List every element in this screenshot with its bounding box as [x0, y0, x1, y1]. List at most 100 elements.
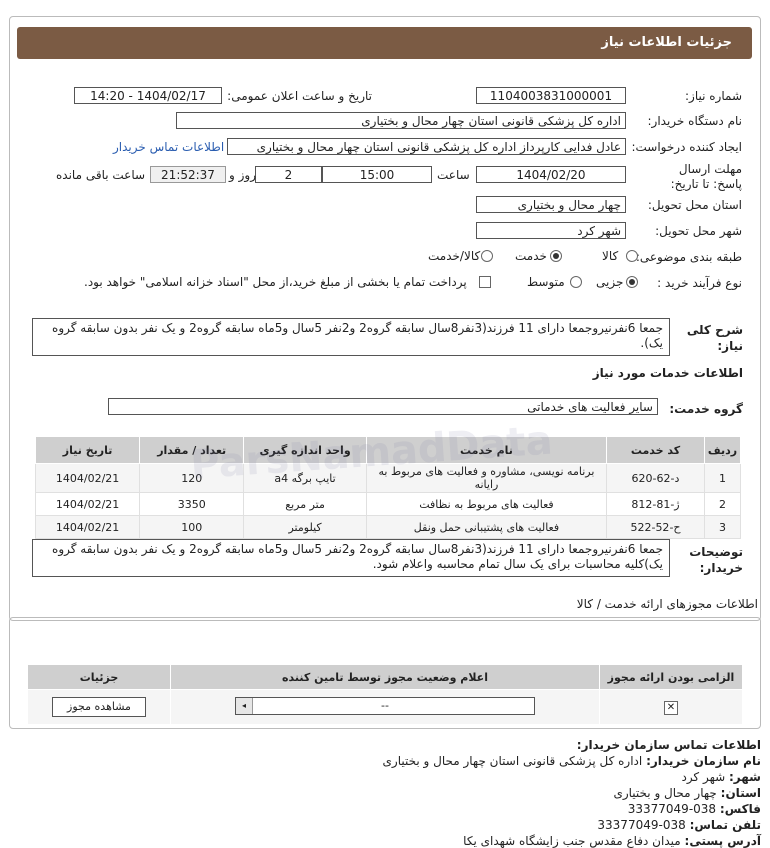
contact-city-label: شهر: — [729, 770, 761, 784]
col-code: کد خدمت — [606, 436, 705, 464]
service-group-label: گروه خدمت: — [669, 402, 743, 416]
deadline-time-label: ساعت — [437, 168, 470, 182]
contact-phone-label: تلفن تماس: — [689, 818, 761, 832]
cell-quantity: 120 — [139, 463, 245, 493]
days-label: روز و — [229, 168, 256, 182]
col-date: تاریخ نیاز — [34, 436, 141, 464]
treasury-payment-note: پرداخت تمام یا بخشی از مبلغ خرید،از محل … — [84, 275, 467, 289]
deadline-label: مهلت ارسال پاسخ: تا تاریخ: — [670, 162, 742, 191]
summary-label: شرح کلی نیاز: — [686, 323, 743, 353]
page-header: جزئیات اطلاعات نیاز — [17, 27, 752, 59]
service-group-field: سایر فعالیت های خدماتی — [108, 398, 658, 415]
table-row: ✕ -- ◂ مشاهده مجوز — [27, 689, 743, 725]
cell-row: 2 — [703, 492, 742, 516]
contact-fax: 038-33377049 — [627, 802, 717, 816]
cell-code: ح-52-522 — [606, 515, 705, 539]
cell-unit: تایپ برگه a4 — [243, 463, 367, 493]
contact-phone: 038-33377049 — [597, 818, 686, 832]
services-table: ردیف کد خدمت نام خدمت واحد اندازه گیری ت… — [34, 436, 742, 539]
contact-fax-label: فاکس: — [719, 802, 761, 816]
contact-fax-line: فاکس: 038-33377049 — [628, 802, 761, 816]
cell-code: ژ-81-812 — [606, 492, 705, 516]
cell-code: د-62-620 — [606, 463, 705, 493]
permits-table: الزامی بودن ارائه مجوز اعلام وضعیت مجوز … — [27, 664, 743, 725]
col-quantity: تعداد / مقدار — [139, 436, 245, 464]
category-radio-goods-service[interactable] — [481, 250, 493, 262]
cell-row: 3 — [703, 515, 742, 539]
creator-field: عادل فدایی کارپرداز اداره کل پزشکی قانون… — [227, 138, 626, 155]
contact-org-label: نام سازمان خریدار: — [646, 754, 761, 768]
cell-date: 1404/02/21 — [34, 463, 141, 493]
required-checkbox-icon: ✕ — [664, 700, 678, 715]
need-number-label: شماره نیاز: — [685, 89, 742, 103]
creator-label: ایجاد کننده درخواست: — [631, 140, 742, 154]
dropdown-arrow-icon: ◂ — [236, 698, 253, 714]
cell-unit: متر مربع — [243, 492, 367, 516]
category-option-goods-service: کالا/خدمت — [428, 249, 481, 263]
permits-title: اطلاعات مجوزهای ارائه خدمت / کالا — [576, 597, 758, 611]
need-number-field: 1104003831000001 — [476, 87, 626, 104]
permit-status-value: -- — [381, 699, 389, 712]
contact-province: چهار محال و بختیاری — [613, 786, 717, 800]
contact-province-label: استان: — [720, 786, 761, 800]
buyer-org-label: نام دستگاه خریدار: — [647, 114, 743, 128]
buyer-org-field: اداره کل پزشکی قانونی استان چهار محال و … — [176, 112, 626, 129]
col-unit: واحد اندازه گیری — [243, 436, 367, 464]
view-permit-button[interactable]: مشاهده مجوز — [52, 697, 146, 717]
deadline-date-field: 1404/02/20 — [476, 166, 626, 183]
contact-org-line: نام سازمان خریدار: اداره کل پزشکی قانونی… — [383, 754, 762, 768]
province-label: استان محل تحویل: — [647, 198, 742, 212]
perm-col-required: الزامی بودن ارائه مجوز — [599, 664, 743, 690]
contact-org: اداره کل پزشکی قانونی استان چهار محال و … — [382, 754, 643, 768]
contact-address-label: آدرس پستی: — [684, 834, 761, 848]
services-section-title: اطلاعات خدمات مورد نیاز — [592, 366, 743, 380]
contact-city: شهر کرد — [681, 770, 726, 784]
table-row: 2 ژ-81-812 فعالیت های مربوط به نظافت متر… — [34, 492, 742, 516]
cell-unit: کیلومتر — [243, 515, 367, 539]
process-radio-minor[interactable] — [626, 276, 638, 288]
cell-date: 1404/02/21 — [34, 492, 141, 516]
contact-title: اطلاعات تماس سازمان خریدار: — [576, 738, 761, 752]
process-radio-medium[interactable] — [570, 276, 582, 288]
buyer-notes-label: توضیحات خریدار: — [689, 545, 743, 575]
permit-status-select[interactable]: -- ◂ — [235, 697, 535, 715]
buyer-contact-link[interactable]: اطلاعات تماس خریدار — [113, 140, 224, 154]
col-name: نام خدمت — [365, 436, 608, 464]
cell-quantity: 3350 — [139, 492, 245, 516]
remaining-time-field: 21:52:37 — [150, 166, 226, 183]
perm-details-cell: مشاهده مجوز — [27, 689, 171, 725]
page-title: جزئیات اطلاعات نیاز — [601, 35, 732, 50]
cell-name: فعالیت های مربوط به نظافت — [365, 492, 608, 516]
table-row: 1 د-62-620 برنامه نویسی، مشاوره و فعالیت… — [34, 463, 742, 493]
cell-name: برنامه نویسی، مشاوره و فعالیت های مربوط … — [365, 463, 608, 493]
contact-city-line: شهر: شهر کرد — [681, 770, 761, 784]
category-label: طبقه بندی موضوعی: — [635, 250, 742, 264]
cell-name: فعالیت های پشتیبانی حمل ونقل — [365, 515, 608, 539]
services-table-header: ردیف کد خدمت نام خدمت واحد اندازه گیری ت… — [34, 436, 742, 464]
contact-phone-line: تلفن تماس: 038-33377049 — [597, 818, 761, 832]
cell-date: 1404/02/21 — [34, 515, 141, 539]
category-radio-service[interactable] — [550, 250, 562, 262]
process-label: نوع فرآیند خرید : — [657, 276, 742, 290]
contact-province-line: استان: چهار محال و بختیاری — [613, 786, 761, 800]
city-label: شهر محل تحویل: — [655, 224, 742, 238]
buyer-notes-text: جمعا 6نفرنیروجمعا دارای 11 فرزند(3نفر8سا… — [32, 539, 670, 577]
summary-text: جمعا 6نفرنیروجمعا دارای 11 فرزند(3نفر8سا… — [32, 318, 670, 356]
category-radio-goods[interactable] — [626, 250, 638, 262]
cell-quantity: 100 — [139, 515, 245, 539]
province-field: چهار محال و بختیاری — [476, 196, 626, 213]
col-row: ردیف — [703, 436, 742, 464]
category-option-goods: کالا — [602, 249, 619, 263]
cell-row: 1 — [703, 463, 742, 493]
treasury-payment-checkbox[interactable] — [479, 276, 491, 288]
contact-address-line: آدرس پستی: میدان دفاع مقدس جنب زایشگاه ش… — [463, 834, 761, 848]
table-row: 3 ح-52-522 فعالیت های پشتیبانی حمل ونقل … — [34, 515, 742, 539]
perm-col-details: جزئیات — [27, 664, 171, 690]
perm-col-status: اعلام وضعیت مجوز توسط تامین کننده — [170, 664, 600, 690]
city-field: شهر کرد — [476, 222, 626, 239]
announce-field: 1404/02/17 - 14:20 — [74, 87, 222, 104]
process-option-minor: جزیی — [596, 275, 624, 289]
days-field: 2 — [255, 166, 322, 183]
remaining-label: ساعت باقی مانده — [56, 168, 146, 182]
perm-required-cell: ✕ — [599, 689, 743, 725]
